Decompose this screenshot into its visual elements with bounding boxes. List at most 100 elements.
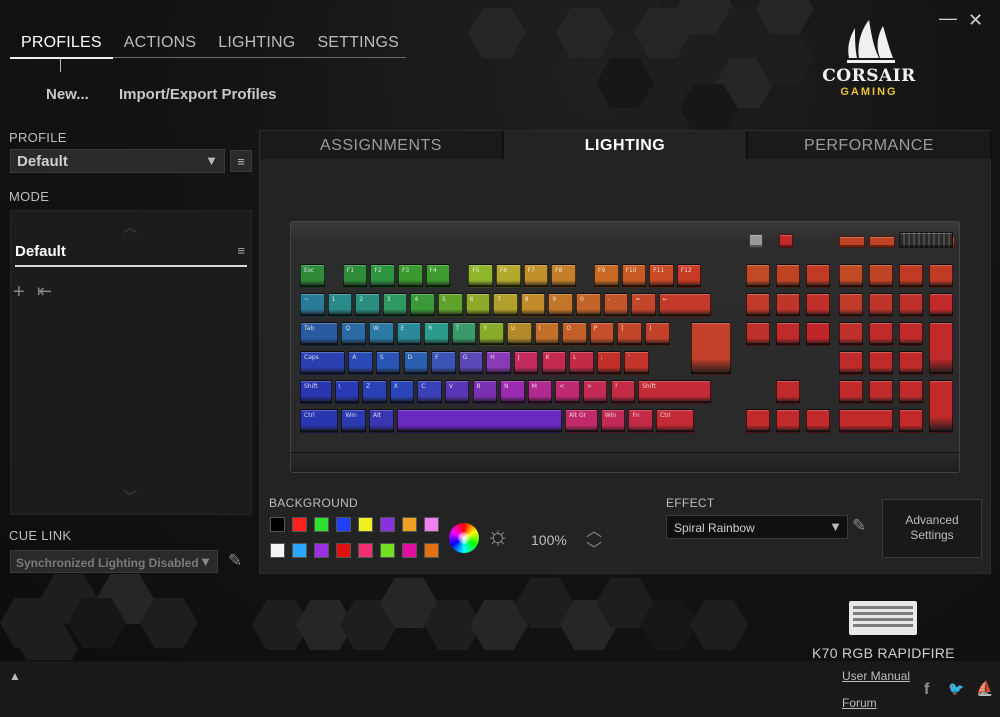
close-button[interactable]: ✕ xyxy=(968,10,983,31)
import-mode-icon[interactable]: ⇤ xyxy=(37,281,52,302)
tab-settings[interactable]: SETTINGS xyxy=(306,32,410,57)
mode-item-default[interactable]: Default ≡ xyxy=(15,243,247,267)
tab-assignments[interactable]: ASSIGNMENTS xyxy=(260,131,504,159)
color-swatch[interactable] xyxy=(314,543,329,558)
keyboard-key[interactable]: < xyxy=(555,380,580,404)
keyboard-key[interactable]: Caps xyxy=(300,351,346,375)
keyboard-key[interactable] xyxy=(839,351,863,375)
color-wheel-icon[interactable] xyxy=(449,523,479,553)
keyboard-key[interactable] xyxy=(806,264,830,288)
keyboard-key[interactable] xyxy=(869,351,893,375)
indicator-key[interactable] xyxy=(749,234,763,248)
keyboard-key[interactable]: F1 xyxy=(342,264,368,288)
color-swatch[interactable] xyxy=(314,517,329,532)
keyboard-key[interactable] xyxy=(839,322,863,346)
keyboard-key[interactable]: Win xyxy=(600,409,626,433)
keyboard-key[interactable]: 3 xyxy=(382,293,408,317)
keyboard-key[interactable] xyxy=(899,293,923,317)
color-swatch[interactable] xyxy=(402,517,417,532)
keyboard-key[interactable]: 9 xyxy=(548,293,573,317)
keyboard-key[interactable] xyxy=(839,409,893,433)
mode-menu-icon[interactable]: ≡ xyxy=(237,243,245,258)
keyboard-key[interactable]: I xyxy=(534,322,560,346)
twitter-icon[interactable]: 🐦 xyxy=(948,681,964,697)
corsair-icon[interactable]: ⛵ xyxy=(976,680,993,697)
color-swatch[interactable] xyxy=(358,543,373,558)
keyboard-key[interactable]: [ xyxy=(617,322,642,346)
keyboard-key[interactable]: F4 xyxy=(425,264,451,288)
keyboard-key[interactable] xyxy=(899,409,923,433)
keyboard-key[interactable] xyxy=(839,264,863,288)
keyboard-key[interactable]: Win xyxy=(341,409,366,433)
color-swatch[interactable] xyxy=(292,517,307,532)
keyboard-key[interactable]: ? xyxy=(610,380,636,404)
keyboard-key[interactable] xyxy=(776,380,800,404)
color-swatch[interactable] xyxy=(358,517,373,532)
keyboard-key[interactable] xyxy=(691,322,731,375)
keyboard-key[interactable]: K xyxy=(541,351,567,375)
keyboard-key[interactable]: A xyxy=(348,351,373,375)
effect-select[interactable]: Spiral Rainbow ▼ xyxy=(666,515,848,539)
keyboard-key[interactable] xyxy=(929,264,953,288)
keyboard-key[interactable]: Fn xyxy=(628,409,654,433)
keyboard-key[interactable]: F2 xyxy=(370,264,395,288)
keyboard-key[interactable]: 0 xyxy=(576,293,601,317)
profile-menu-button[interactable]: ≡ xyxy=(230,150,252,172)
keyboard-key[interactable]: 1 xyxy=(327,293,353,317)
keyboard-key[interactable]: Esc xyxy=(300,264,325,288)
keyboard-key[interactable]: > xyxy=(582,380,608,404)
keyboard-key[interactable]: E xyxy=(396,322,422,346)
keyboard-key[interactable] xyxy=(929,380,953,433)
keyboard-key[interactable]: D xyxy=(403,351,429,375)
keyboard-key[interactable] xyxy=(776,409,800,433)
color-swatch[interactable] xyxy=(336,517,351,532)
keyboard-key[interactable]: 2 xyxy=(355,293,380,317)
keyboard-key[interactable]: F8 xyxy=(551,264,576,288)
keyboard-key[interactable] xyxy=(929,322,953,375)
tab-lighting-main[interactable]: LIGHTING xyxy=(504,131,748,159)
expand-icon[interactable]: ▲ xyxy=(9,669,21,683)
color-swatch[interactable] xyxy=(336,543,351,558)
keyboard-key[interactable]: F11 xyxy=(649,264,674,288)
keyboard-key[interactable] xyxy=(806,293,830,317)
volume-wheel[interactable] xyxy=(899,232,953,248)
keyboard-key[interactable] xyxy=(869,380,893,404)
color-swatch[interactable] xyxy=(424,517,439,532)
keyboard-device-icon[interactable] xyxy=(849,601,917,635)
keyboard-key[interactable] xyxy=(806,322,830,346)
color-swatch[interactable] xyxy=(270,543,285,558)
keyboard-key[interactable]: 8 xyxy=(520,293,546,317)
keyboard-key[interactable]: Z xyxy=(362,380,387,404)
indicator-key[interactable] xyxy=(779,234,793,248)
keyboard-key[interactable] xyxy=(839,380,863,404)
keyboard-key[interactable]: - xyxy=(603,293,629,317)
pencil-icon[interactable]: ✎ xyxy=(228,551,242,571)
pencil-icon[interactable]: ✎ xyxy=(852,516,866,536)
scroll-down-icon[interactable]: ﹀ xyxy=(123,487,137,507)
keyboard-key[interactable]: T xyxy=(451,322,477,346)
keyboard-key[interactable] xyxy=(899,351,923,375)
keyboard-key[interactable] xyxy=(776,264,800,288)
color-swatch[interactable] xyxy=(270,517,285,532)
keyboard-key[interactable] xyxy=(869,264,893,288)
keyboard-key[interactable] xyxy=(869,293,893,317)
tab-lighting[interactable]: LIGHTING xyxy=(207,32,306,57)
keyboard-key[interactable]: F12 xyxy=(676,264,702,288)
keyboard-key[interactable] xyxy=(746,264,770,288)
keyboard-key[interactable]: Ctrl xyxy=(300,409,339,433)
keyboard-key[interactable]: X xyxy=(389,380,415,404)
keyboard-key[interactable] xyxy=(869,322,893,346)
keyboard-key[interactable]: J xyxy=(513,351,539,375)
keyboard-key[interactable]: Q xyxy=(341,322,366,346)
color-swatch[interactable] xyxy=(380,543,395,558)
add-mode-icon[interactable]: + xyxy=(13,281,25,304)
keyboard-key[interactable] xyxy=(776,322,800,346)
keyboard-key[interactable] xyxy=(776,293,800,317)
keyboard-key[interactable] xyxy=(839,293,863,317)
keyboard-key[interactable]: F xyxy=(431,351,456,375)
cue-link-select[interactable]: Synchronized Lighting Disabled ▼ xyxy=(10,550,218,573)
keyboard-key[interactable] xyxy=(396,409,562,433)
keyboard-key[interactable]: B xyxy=(472,380,498,404)
keyboard-key[interactable]: S xyxy=(375,351,401,375)
keyboard-key[interactable]: F5 xyxy=(468,264,493,288)
